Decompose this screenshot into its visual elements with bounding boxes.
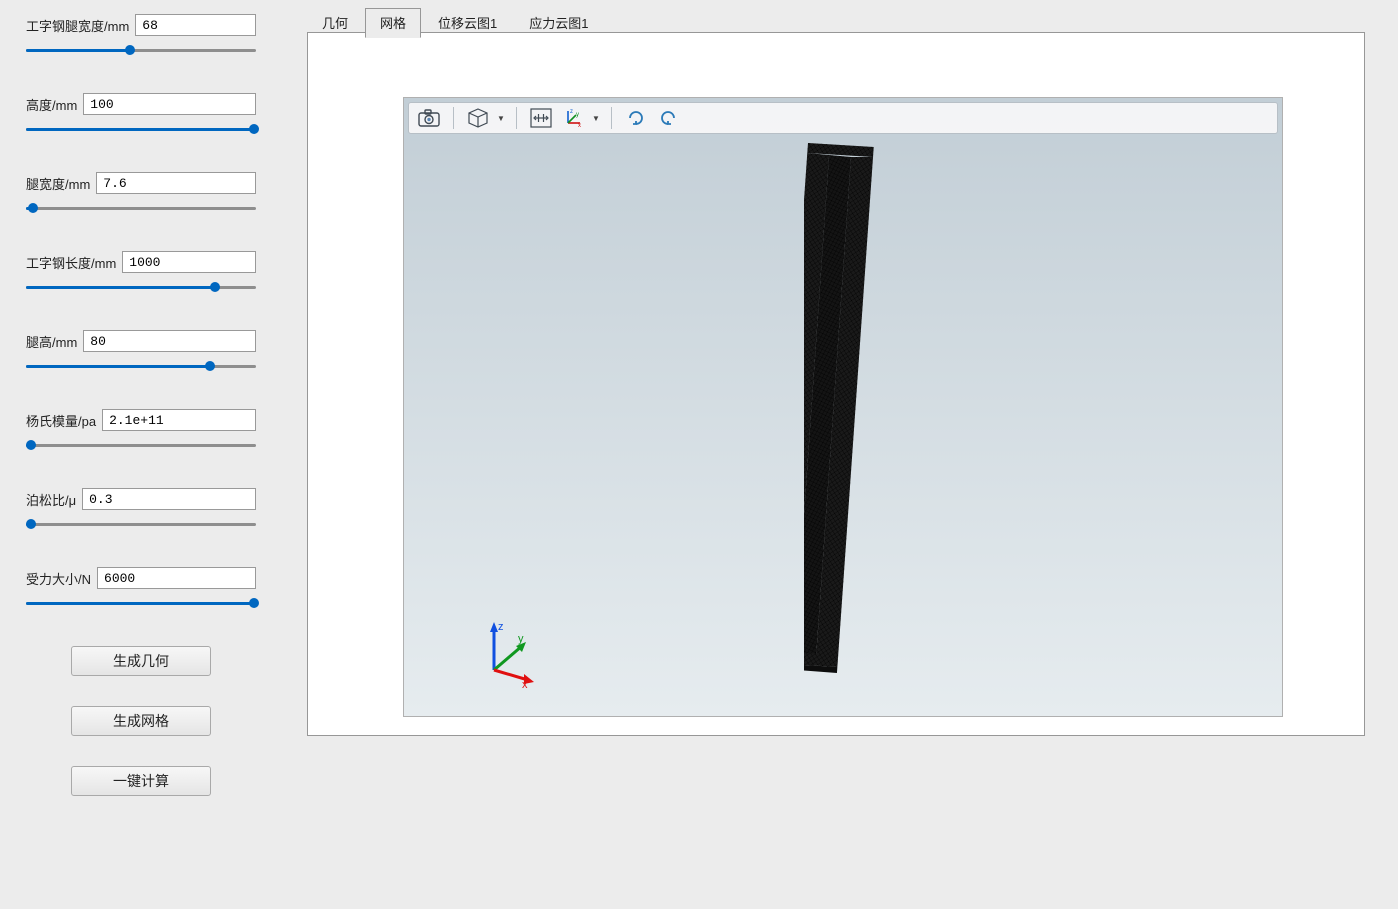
- axis-triad: z y x: [476, 618, 546, 688]
- param-label: 杨氏模量/pa: [26, 411, 96, 430]
- action-buttons: 生成几何 生成网格 一键计算: [26, 646, 256, 796]
- param-control: 工字钢腿宽度/mm: [26, 14, 256, 58]
- svg-text:z: z: [570, 109, 573, 115]
- rotate-cw-icon[interactable]: [622, 105, 650, 131]
- param-control: 腿高/mm: [26, 330, 256, 374]
- param-input[interactable]: [83, 330, 256, 352]
- viewport-toolbar: ▼ z xy ▼: [408, 102, 1278, 134]
- viewport-3d[interactable]: ▼ zxy ▼: [403, 97, 1283, 717]
- param-input[interactable]: [83, 93, 256, 115]
- cube-dropdown-caret[interactable]: ▼: [496, 114, 506, 123]
- param-label: 腿高/mm: [26, 332, 77, 351]
- param-label: 工字钢腿宽度/mm: [26, 16, 129, 35]
- axes-icon[interactable]: z xy: [559, 105, 587, 131]
- param-panel: 工字钢腿宽度/mm 高度/mm 腿宽度/mm 工字钢长度/mm 腿高/mm 杨氏模量/pa…: [26, 14, 256, 826]
- param-input[interactable]: [135, 14, 256, 36]
- toolbar-separator: [453, 107, 454, 129]
- param-slider[interactable]: [26, 518, 256, 532]
- param-control: 泊松比/μ: [26, 488, 256, 532]
- param-slider[interactable]: [26, 202, 256, 216]
- svg-text:x: x: [578, 123, 581, 129]
- param-slider[interactable]: [26, 439, 256, 453]
- rotate-ccw-icon[interactable]: [654, 105, 682, 131]
- mesh-model: [804, 143, 882, 673]
- tab[interactable]: 网格: [365, 8, 421, 38]
- param-label: 工字钢长度/mm: [26, 253, 116, 272]
- param-label: 泊松比/μ: [26, 490, 76, 509]
- param-slider[interactable]: [26, 360, 256, 374]
- param-label: 腿宽度/mm: [26, 174, 90, 193]
- axes-dropdown-caret[interactable]: ▼: [591, 114, 601, 123]
- param-control: 高度/mm: [26, 93, 256, 137]
- camera-icon[interactable]: [415, 105, 443, 131]
- param-label: 受力大小/N: [26, 569, 91, 588]
- param-label: 高度/mm: [26, 95, 77, 114]
- svg-text:z: z: [498, 621, 504, 633]
- param-slider[interactable]: [26, 123, 256, 137]
- param-input[interactable]: [82, 488, 256, 510]
- toolbar-separator: [611, 107, 612, 129]
- param-control: 工字钢长度/mm: [26, 251, 256, 295]
- generate-geometry-button[interactable]: 生成几何: [71, 646, 211, 676]
- param-control: 腿宽度/mm: [26, 172, 256, 216]
- param-control: 杨氏模量/pa: [26, 409, 256, 453]
- svg-text:x: x: [522, 679, 528, 688]
- svg-text:y: y: [576, 112, 579, 118]
- param-slider[interactable]: [26, 597, 256, 611]
- fit-view-icon[interactable]: [527, 105, 555, 131]
- viewport-frame: ▼ zxy ▼: [307, 32, 1365, 736]
- svg-text:y: y: [518, 633, 524, 645]
- generate-mesh-button[interactable]: 生成网格: [71, 706, 211, 736]
- param-input[interactable]: [102, 409, 256, 431]
- toolbar-separator: [516, 107, 517, 129]
- param-slider[interactable]: [26, 44, 256, 58]
- param-input[interactable]: [122, 251, 256, 273]
- cube-icon[interactable]: [464, 105, 492, 131]
- param-slider[interactable]: [26, 281, 256, 295]
- param-control: 受力大小/N: [26, 567, 256, 611]
- param-input[interactable]: [97, 567, 256, 589]
- param-input[interactable]: [96, 172, 256, 194]
- one-click-calc-button[interactable]: 一键计算: [71, 766, 211, 796]
